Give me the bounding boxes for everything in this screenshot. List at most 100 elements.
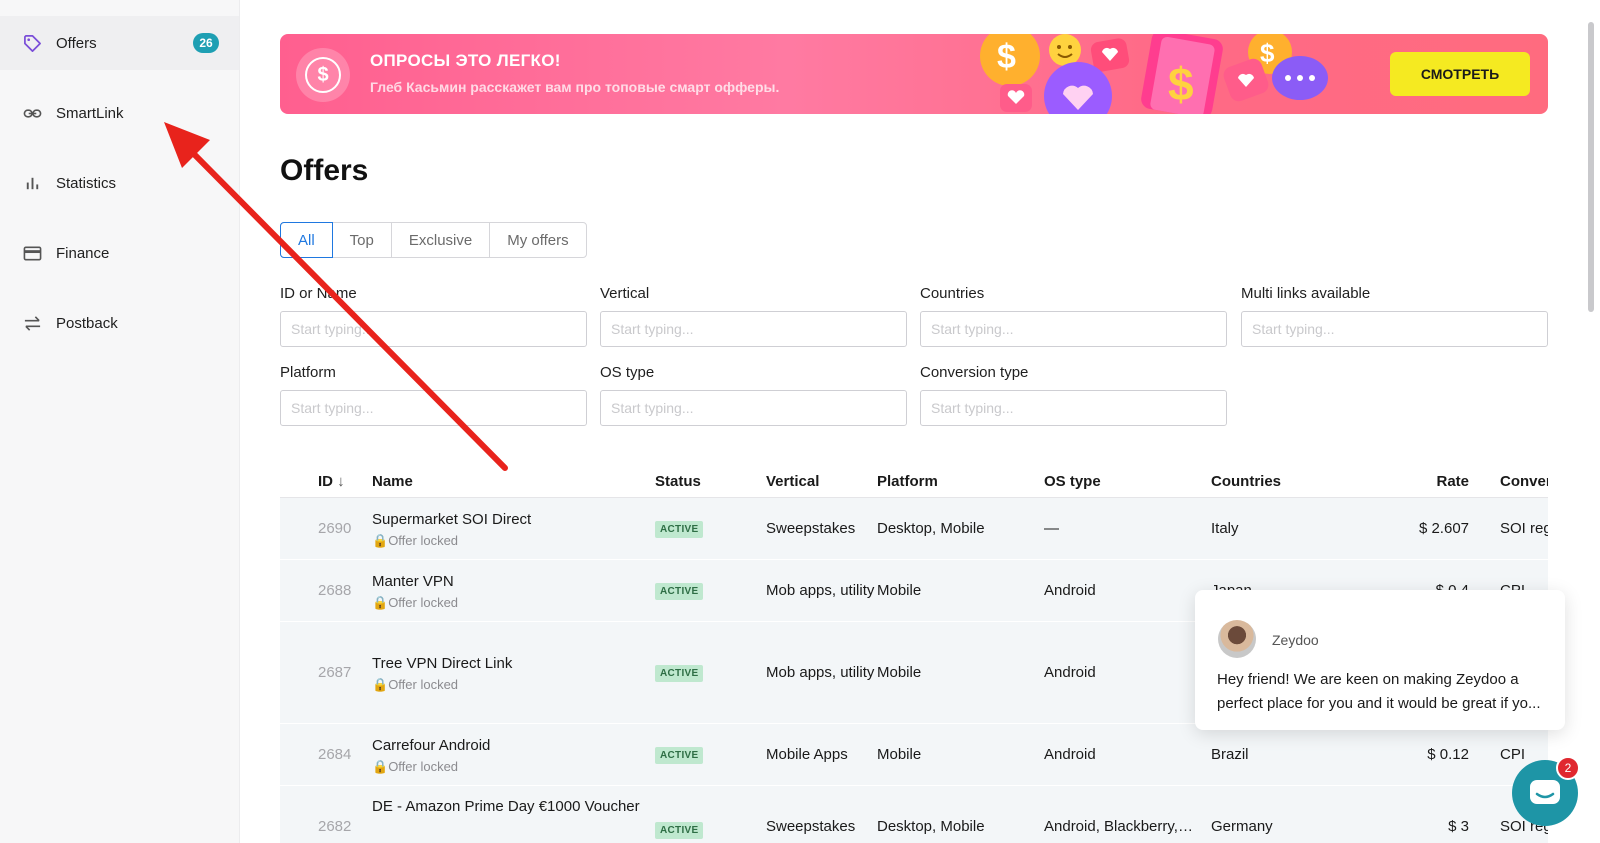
- column-header-status[interactable]: Status: [655, 473, 766, 490]
- sidebar-item-label: Finance: [56, 244, 110, 262]
- offer-id: 2682: [318, 818, 352, 835]
- status-badge: ACTIVE: [655, 583, 704, 600]
- filter-label: Conversion type: [920, 364, 1029, 381]
- filter-vertical: Vertical: [600, 285, 907, 347]
- sidebar-item-label: Offers: [56, 34, 97, 52]
- countries-cell: Italy: [1211, 520, 1239, 537]
- conversion-type-input[interactable]: [920, 390, 1227, 426]
- os-cell: Android: [1044, 582, 1096, 599]
- lock-icon: 🔒: [372, 532, 389, 548]
- svg-text:$: $: [1260, 38, 1275, 68]
- vertical-cell: Mobile Apps: [766, 746, 848, 763]
- offer-locked-note: 🔒Offer locked: [372, 758, 459, 774]
- chat-popup[interactable]: Zeydoo Hey friend! We are keen on making…: [1195, 590, 1565, 730]
- chat-launcher-button[interactable]: 2: [1512, 756, 1580, 826]
- status-cell: ACTIVE: [655, 745, 766, 764]
- sort-down-icon: ↓: [337, 473, 345, 490]
- column-header-name[interactable]: Name: [372, 473, 655, 490]
- sidebar-item-statistics[interactable]: Statistics: [0, 156, 239, 210]
- conversion-cell: SOI regis: [1500, 520, 1548, 537]
- rate-cell: $ 0.12: [1427, 746, 1469, 763]
- column-header-conversion[interactable]: Convers: [1469, 473, 1548, 490]
- vertical-input[interactable]: [600, 311, 907, 347]
- sidebar-item-smartlink[interactable]: SmartLink: [0, 86, 239, 140]
- vertical-cell: Mob apps, utility: [766, 581, 875, 599]
- sidebar: Offers 26 SmartLink Statistics Finance P…: [0, 0, 240, 843]
- lock-icon: 🔒: [372, 758, 389, 774]
- tag-icon: [22, 33, 42, 53]
- scrollbar-thumb[interactable]: [1588, 22, 1594, 312]
- table-header: ID ↓ Name Status Vertical Platform OS ty…: [280, 466, 1548, 498]
- banner-illustration: $ $ $: [980, 34, 1328, 114]
- os-type-input[interactable]: [600, 390, 907, 426]
- coin-icon: $: [296, 48, 350, 102]
- os-cell: Android, Blackberry,…: [1044, 818, 1193, 835]
- vertical-cell: Mob apps, utility: [766, 663, 875, 681]
- table-row[interactable]: 2682 DE - Amazon Prime Day €1000 Voucher…: [280, 786, 1548, 843]
- offer-locked-note: 🔒Offer locked: [372, 532, 459, 548]
- offer-name[interactable]: Tree VPN Direct Link: [372, 653, 655, 675]
- sidebar-item-offers[interactable]: Offers 26: [0, 16, 239, 70]
- offer-id: 2688: [318, 582, 352, 599]
- page-scrollbar[interactable]: [1588, 0, 1596, 320]
- promo-banner[interactable]: $ ОПРОСЫ ЭТО ЛЕГКО! Глеб Касьмин расскаж…: [280, 34, 1548, 114]
- filter-label: ID or Name: [280, 285, 357, 302]
- column-header-id[interactable]: ID ↓: [280, 473, 372, 490]
- column-header-countries[interactable]: Countries: [1211, 473, 1359, 490]
- offers-count-badge: 26: [193, 33, 219, 53]
- filter-platform: Platform: [280, 364, 587, 426]
- tab-top[interactable]: Top: [333, 223, 392, 257]
- column-header-vertical[interactable]: Vertical: [766, 473, 877, 490]
- status-cell: ACTIVE: [655, 663, 766, 682]
- offer-locked-note: 🔒Offer locked: [372, 594, 459, 610]
- tab-my-offers[interactable]: My offers: [490, 223, 585, 257]
- offer-name[interactable]: Manter VPN: [372, 571, 655, 593]
- platform-cell: Desktop, Mobile: [877, 818, 985, 835]
- status-cell: ACTIVE: [655, 519, 766, 538]
- offer-name[interactable]: DE - Amazon Prime Day €1000 Voucher: [372, 796, 655, 818]
- countries-cell: Brazil: [1211, 746, 1249, 763]
- platform-input[interactable]: [280, 390, 587, 426]
- countries-input[interactable]: [920, 311, 1227, 347]
- column-header-os-type[interactable]: OS type: [1044, 473, 1211, 490]
- watch-button[interactable]: СМОТРЕТЬ: [1390, 52, 1530, 96]
- swap-arrows-icon: [22, 313, 42, 333]
- filter-id-or-name: ID or Name: [280, 285, 587, 347]
- os-cell: Android: [1044, 746, 1096, 763]
- rate-cell: $ 2.607: [1418, 520, 1469, 537]
- offer-name-cell: Supermarket SOI Direct 🔒Offer locked: [372, 509, 655, 549]
- tab-all[interactable]: All: [280, 222, 333, 258]
- offer-name-cell: Tree VPN Direct Link 🔒Offer locked: [372, 653, 655, 693]
- multi-links-input[interactable]: [1241, 311, 1548, 347]
- filter-conversion-type: Conversion type: [920, 364, 1227, 426]
- filter-label: Platform: [280, 364, 336, 381]
- id-or-name-input[interactable]: [280, 311, 587, 347]
- os-cell: —: [1044, 520, 1059, 537]
- banner-title: ОПРОСЫ ЭТО ЛЕГКО!: [370, 51, 561, 70]
- sidebar-item-finance[interactable]: Finance: [0, 226, 239, 280]
- filter-countries: Countries: [920, 285, 1227, 347]
- offer-name-cell: Manter VPN 🔒Offer locked: [372, 571, 655, 611]
- app: Offers 26 SmartLink Statistics Finance P…: [0, 0, 1600, 843]
- chat-message: Hey friend! We are keen on making Zeydoo…: [1217, 671, 1541, 712]
- table-row[interactable]: 2690 Supermarket SOI Direct 🔒Offer locke…: [280, 498, 1548, 560]
- bar-chart-icon: [22, 173, 42, 193]
- offer-tabs: All Top Exclusive My offers: [280, 222, 587, 258]
- status-badge: ACTIVE: [655, 665, 704, 682]
- sidebar-item-label: Postback: [56, 314, 118, 332]
- sidebar-item-label: Statistics: [56, 174, 117, 192]
- tab-exclusive[interactable]: Exclusive: [392, 223, 491, 257]
- table-row[interactable]: 2684 Carrefour Android 🔒Offer locked ACT…: [280, 724, 1548, 786]
- offer-name[interactable]: Supermarket SOI Direct: [372, 509, 655, 531]
- status-badge: ACTIVE: [655, 822, 704, 839]
- lock-icon: 🔒: [372, 676, 389, 692]
- offer-name[interactable]: Carrefour Android: [372, 735, 655, 757]
- svg-text:$: $: [1168, 58, 1194, 110]
- sidebar-item-postback[interactable]: Postback: [0, 296, 239, 350]
- status-badge: ACTIVE: [655, 747, 704, 764]
- offer-id: 2690: [318, 520, 352, 537]
- platform-cell: Mobile: [877, 746, 922, 763]
- column-header-platform[interactable]: Platform: [877, 473, 1044, 490]
- filter-label: Multi links available: [1241, 285, 1371, 302]
- column-header-rate[interactable]: Rate: [1359, 473, 1469, 490]
